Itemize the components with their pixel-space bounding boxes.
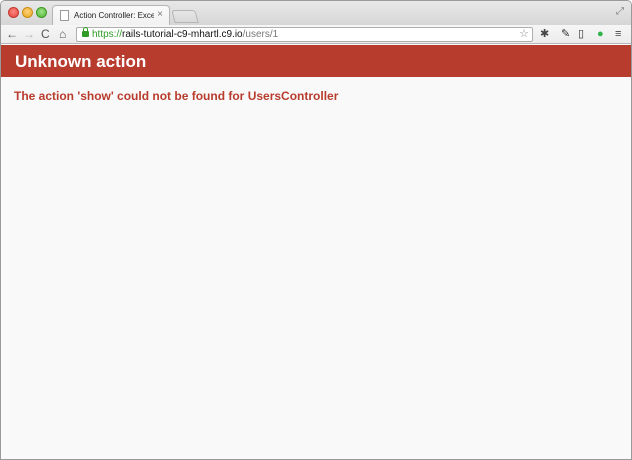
fullscreen-icon[interactable]: ⤢ — [616, 6, 624, 18]
window-minimize-button[interactable] — [22, 7, 33, 18]
tab-close-icon[interactable]: × — [157, 9, 163, 21]
page-content: Unknown action The action 'show' could n… — [1, 45, 631, 459]
page-title: Unknown action — [15, 52, 147, 71]
error-header: Unknown action — [1, 45, 631, 77]
bookmark-star-icon[interactable]: ☆ — [519, 28, 529, 41]
tab-title: Action Controller: Exception caught — [74, 11, 154, 20]
tab-active[interactable]: Action Controller: Exception caught × — [52, 5, 170, 25]
url-host: rails-tutorial-c9-mhartl.c9.io — [122, 29, 243, 40]
error-message: The action 'show' could not be found for… — [14, 89, 339, 103]
new-tab-button[interactable] — [171, 10, 199, 23]
document-icon — [60, 10, 69, 21]
browser-window: Action Controller: Exception caught × ⤢ … — [0, 0, 632, 460]
url-text[interactable]: https://rails-tutorial-c9-mhartl.c9.io/u… — [92, 29, 278, 41]
forward-button[interactable]: → — [23, 27, 35, 41]
url-scheme: https:// — [92, 29, 123, 40]
phone-extension-icon[interactable]: ▯ — [578, 28, 584, 41]
address-bar[interactable]: https://rails-tutorial-c9-mhartl.c9.io/u… — [76, 27, 533, 42]
pen-extension-icon[interactable]: ✎ — [561, 28, 570, 41]
tab-strip: Action Controller: Exception caught × ⤢ — [1, 1, 631, 25]
back-button[interactable]: ← — [6, 27, 18, 41]
reload-button[interactable]: C — [41, 27, 50, 41]
evernote-icon[interactable]: ● — [597, 28, 604, 41]
window-zoom-button[interactable] — [36, 7, 47, 18]
gear-icon[interactable]: ✱ — [540, 28, 549, 41]
url-path: /users/1 — [242, 29, 279, 40]
window-close-button[interactable] — [8, 7, 19, 18]
menu-icon[interactable]: ≡ — [615, 28, 621, 41]
browser-toolbar: ← → C ⌂ https://rails-tutorial-c9-mhartl… — [1, 25, 631, 44]
lock-icon — [82, 27, 89, 37]
home-button[interactable]: ⌂ — [59, 27, 66, 41]
